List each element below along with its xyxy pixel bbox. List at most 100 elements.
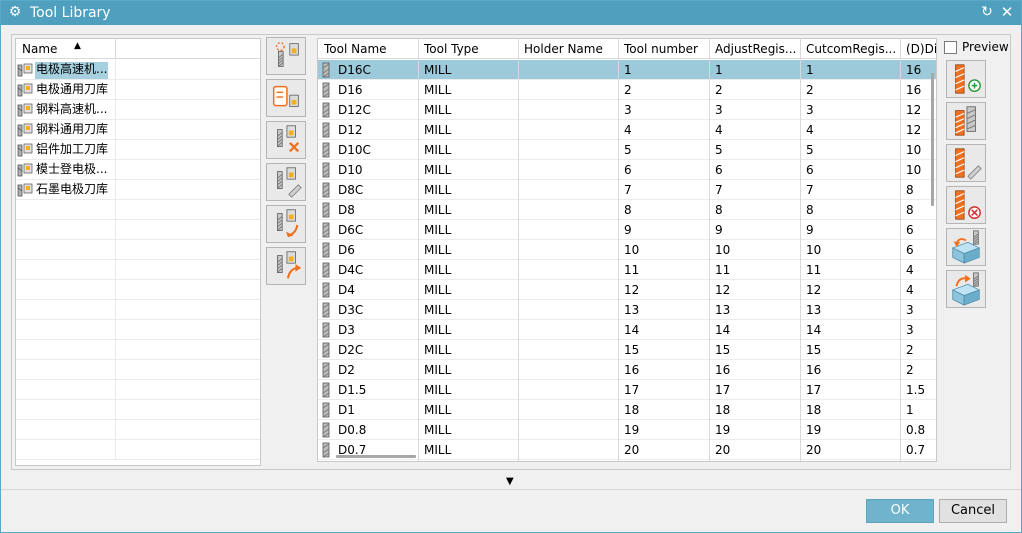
diameter-cell: 3 [906, 323, 914, 337]
library-row[interactable]: 模士登电极... [16, 160, 260, 180]
export-tools-button[interactable] [266, 247, 306, 285]
library-row[interactable]: 钢料高速机... [16, 100, 260, 120]
ok-button[interactable]: OK [866, 499, 934, 523]
table-row[interactable]: D2C MILL 15 15 15 2 [318, 340, 936, 360]
library-row[interactable] [16, 220, 260, 240]
column-header-cutcom-register[interactable]: CutcomRegis... [806, 42, 898, 56]
export-tool-button[interactable] [946, 270, 986, 308]
column-divider [800, 39, 801, 461]
close-icon[interactable]: ✕ [999, 4, 1015, 20]
library-row[interactable] [16, 420, 260, 440]
column-divider [709, 39, 710, 461]
table-row[interactable]: D10C MILL 5 5 5 10 [318, 140, 936, 160]
tool-table[interactable]: Tool Name Tool Type Holder Name Tool num… [317, 38, 937, 462]
import-tools-button[interactable] [266, 205, 306, 243]
table-row[interactable]: D10 MILL 6 6 6 10 [318, 160, 936, 180]
cancel-button[interactable]: Cancel [939, 499, 1007, 523]
reset-icon[interactable]: ↻ [979, 4, 995, 20]
preview-checkbox[interactable] [944, 41, 957, 54]
gear-icon[interactable]: ⚙ [7, 4, 23, 20]
tool-name-cell: D6 [338, 243, 355, 257]
table-row[interactable]: D4C MILL 11 11 11 4 [318, 260, 936, 280]
library-row[interactable] [16, 240, 260, 260]
library-row[interactable]: 钢料通用刀库 [16, 120, 260, 140]
diameter-cell: 4 [906, 283, 914, 297]
column-divider [115, 39, 116, 59]
library-row[interactable] [16, 340, 260, 360]
library-row[interactable]: 电极高速机... [16, 60, 260, 80]
copy-tool-button[interactable] [946, 102, 986, 140]
library-list[interactable]: Name ▲ 电极高速机... 电极通用刀库 钢料高速机... 钢料通用刀库 铝件加工刀… [15, 38, 261, 466]
mill-tool-icon [322, 442, 330, 458]
diameter-cell: 1 [906, 403, 914, 417]
cutcom-register-cell: 14 [806, 323, 822, 337]
add-tool-button[interactable] [946, 60, 986, 98]
library-name: 铝件加工刀库 [36, 142, 109, 156]
tool-name-cell: D4C [338, 263, 364, 277]
column-header-tool-number[interactable]: Tool number [624, 42, 710, 56]
table-row[interactable]: D16C MILL 1 1 1 16 [318, 60, 936, 80]
table-row[interactable]: D6C MILL 9 9 9 6 [318, 220, 936, 240]
column-divider [115, 80, 116, 100]
table-row[interactable]: D12 MILL 4 4 4 12 [318, 120, 936, 140]
library-row[interactable] [16, 380, 260, 400]
tool-library-dialog: ⚙ Tool Library ↻ ✕ Name ▲ 电极高速机... 电极通用刀库… [0, 0, 1022, 533]
mill-tool-icon [322, 382, 330, 398]
table-row[interactable]: D8 MILL 8 8 8 8 [318, 200, 936, 220]
column-divider [115, 400, 116, 420]
library-row[interactable] [16, 200, 260, 220]
table-row[interactable]: D1.5 MILL 17 17 17 1.5 [318, 380, 936, 400]
name-column-header[interactable]: Name [22, 42, 57, 56]
library-row[interactable]: 石墨电极刀库 [16, 180, 260, 200]
diameter-cell: 3 [906, 303, 914, 317]
column-divider [115, 420, 116, 440]
table-row[interactable]: D12C MILL 3 3 3 12 [318, 100, 936, 120]
column-header-adjust-register[interactable]: AdjustRegis... [715, 42, 801, 56]
adjust-register-cell: 12 [715, 283, 731, 297]
library-row[interactable] [16, 320, 260, 340]
column-header-tool-type[interactable]: Tool Type [424, 42, 516, 56]
table-row[interactable]: D3 MILL 14 14 14 3 [318, 320, 936, 340]
library-row[interactable] [16, 400, 260, 420]
column-header-diameter[interactable]: (D)Dia [906, 42, 936, 56]
edit-library-button[interactable] [266, 163, 306, 201]
tool-library-icon [17, 183, 34, 197]
diameter-cell: 2 [906, 343, 914, 357]
table-row[interactable]: D8C MILL 7 7 7 8 [318, 180, 936, 200]
vertical-scrollbar[interactable] [931, 73, 934, 206]
delete-library-button[interactable] [266, 121, 306, 159]
edit-tool-icon [947, 148, 985, 184]
library-row[interactable] [16, 360, 260, 380]
retrieve-tool-button[interactable] [946, 228, 986, 266]
library-row[interactable] [16, 260, 260, 280]
adjust-register-cell: 3 [715, 103, 723, 117]
tool-number-cell: 18 [624, 403, 640, 417]
adjust-register-cell: 17 [715, 383, 731, 397]
table-row[interactable]: D4 MILL 12 12 12 4 [318, 280, 936, 300]
new-library-button[interactable] [266, 37, 306, 75]
library-row[interactable]: 电极通用刀库 [16, 80, 260, 100]
table-row[interactable]: D3C MILL 13 13 13 3 [318, 300, 936, 320]
column-header-tool-name[interactable]: Tool Name [324, 42, 414, 56]
tool-library-icon [17, 83, 34, 97]
mill-tool-icon [322, 222, 330, 238]
library-row[interactable]: 铝件加工刀库 [16, 140, 260, 160]
library-row[interactable] [16, 440, 260, 460]
table-row[interactable]: D2 MILL 16 16 16 2 [318, 360, 936, 380]
delete-tool-button[interactable] [946, 186, 986, 224]
tool-type-cell: MILL [424, 203, 452, 217]
column-header-holder-name[interactable]: Holder Name [524, 42, 616, 56]
mill-tool-icon [322, 362, 330, 378]
library-row[interactable] [16, 300, 260, 320]
edit-tool-button[interactable] [946, 144, 986, 182]
import-library-button[interactable] [266, 79, 306, 117]
library-row[interactable] [16, 280, 260, 300]
horizontal-scrollbar[interactable] [336, 455, 416, 458]
column-divider [115, 280, 116, 300]
table-row[interactable]: D1 MILL 18 18 18 1 [318, 400, 936, 420]
table-row[interactable]: D6 MILL 10 10 10 6 [318, 240, 936, 260]
expand-arrow-icon[interactable]: ▼ [506, 476, 514, 487]
import-tools-icon [267, 209, 305, 245]
table-row[interactable]: D0.8 MILL 19 19 19 0.8 [318, 420, 936, 440]
table-row[interactable]: D16 MILL 2 2 2 16 [318, 80, 936, 100]
